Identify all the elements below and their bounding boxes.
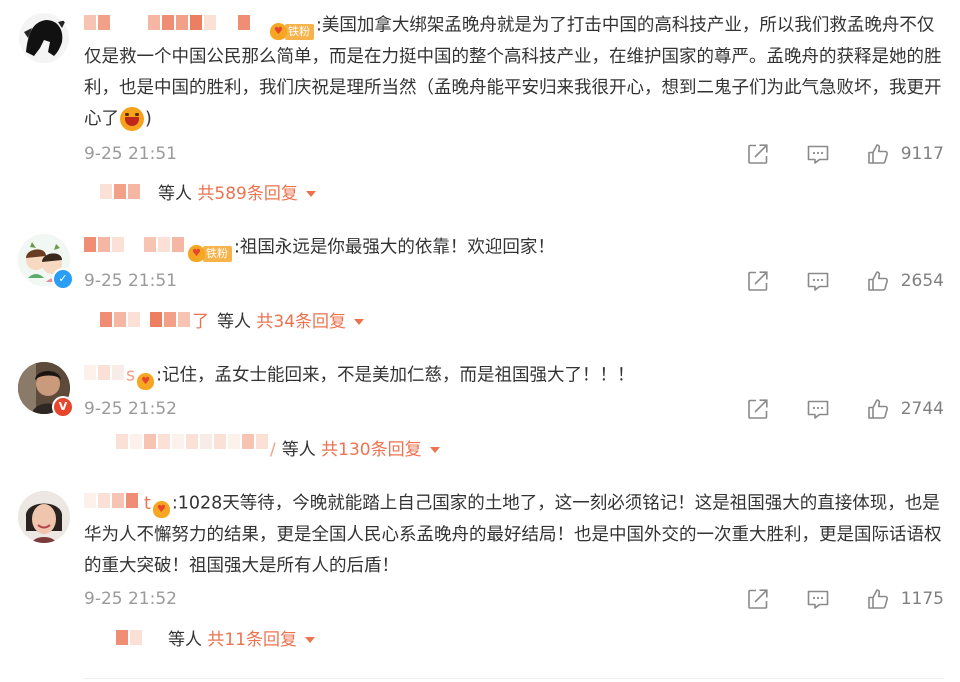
reply-username xyxy=(116,432,270,456)
crown-icon: ♥ xyxy=(137,373,155,390)
share-icon[interactable] xyxy=(746,397,770,421)
like-count[interactable]: 9117 xyxy=(901,142,944,166)
fan-badge: ♥ 铁粉 xyxy=(270,17,314,40)
timestamp: 9-25 21:51 xyxy=(84,144,177,164)
username[interactable] xyxy=(84,360,126,391)
reply-users-label: 等人 xyxy=(281,440,316,460)
chevron-down-icon[interactable] xyxy=(429,447,440,453)
like-icon[interactable] xyxy=(866,397,890,421)
reply-username xyxy=(100,310,142,334)
username[interactable] xyxy=(84,10,112,41)
share-icon[interactable] xyxy=(746,142,770,166)
comment-text: :1028天等待，今晚就能踏上自己国家的土地了，这一刻必须铭记！这是祖国强大的直… xyxy=(84,493,942,576)
username[interactable] xyxy=(144,232,186,263)
like-count[interactable]: 2654 xyxy=(901,269,944,293)
action-bar: 2744 xyxy=(744,397,944,421)
divider xyxy=(84,678,944,679)
comment-content: ♥ 铁粉 :祖国永远是你最强大的依靠！欢迎回家！ xyxy=(84,232,944,264)
laughing-emoji-icon xyxy=(120,106,144,131)
chevron-down-icon[interactable] xyxy=(354,319,365,325)
fan-badge: ♥ xyxy=(137,367,155,390)
timestamp: 9-25 21:51 xyxy=(84,271,177,291)
comment-icon[interactable] xyxy=(806,587,830,611)
share-icon[interactable] xyxy=(746,269,770,293)
comment-text: :祖国永远是你最强大的依靠！欢迎回家！ xyxy=(234,237,555,258)
timestamp: 9-25 21:52 xyxy=(84,399,177,419)
reply-name-suffix: 了 xyxy=(192,312,209,332)
crown-icon: ♥ xyxy=(152,501,170,518)
comment-icon[interactable] xyxy=(806,397,830,421)
like-count[interactable]: 1175 xyxy=(901,587,944,611)
comment-icon[interactable] xyxy=(806,269,830,293)
comment-text-end: ) xyxy=(145,108,152,129)
replies-summary[interactable]: 了等人 共34条回复 xyxy=(100,310,365,334)
verified-icon: ✓ xyxy=(52,268,74,290)
like-icon[interactable] xyxy=(866,142,890,166)
comment-content: s ♥ :记住，孟女士能回来，不是美加仁慈，而是祖国强大了！！！ xyxy=(84,360,944,392)
reply-name-suffix: / xyxy=(270,440,276,460)
reply-username xyxy=(116,628,144,652)
like-icon[interactable] xyxy=(866,269,890,293)
avatar[interactable] xyxy=(18,491,70,543)
reply-users-label: 等人 xyxy=(168,630,202,650)
fan-badge-label: 铁粉 xyxy=(285,23,314,40)
reply-users-label: 等人 xyxy=(158,184,192,204)
reply-count[interactable]: 共34条回复 xyxy=(256,312,346,332)
action-bar: 2654 xyxy=(744,269,944,293)
timestamp: 9-25 21:52 xyxy=(84,589,177,609)
share-icon[interactable] xyxy=(746,587,770,611)
comment-content: ♥ 铁粉 :美国加拿大绑架孟晚舟就是为了打击中国的高科技产业，所以我们救孟晚舟不仅… xyxy=(84,10,944,135)
username[interactable] xyxy=(84,488,140,519)
comment-content: t ♥ :1028天等待，今晚就能踏上自己国家的土地了，这一刻必须铭记！这是祖国… xyxy=(84,488,944,582)
fan-badge: ♥ xyxy=(152,495,170,518)
crown-icon: ♥ xyxy=(188,245,205,262)
reply-username xyxy=(100,182,142,206)
reply-users-label: 等人 xyxy=(217,312,251,332)
reply-username xyxy=(150,310,192,334)
action-bar: 1175 xyxy=(744,587,944,611)
fan-badge-label: 铁粉 xyxy=(203,245,232,262)
username-suffix[interactable]: t xyxy=(144,494,151,514)
crown-icon: ♥ xyxy=(270,23,287,40)
replies-summary[interactable]: 等人 共11条回复 xyxy=(116,628,316,652)
username[interactable] xyxy=(148,10,252,41)
reply-count[interactable]: 共130条回复 xyxy=(321,440,421,460)
avatar[interactable] xyxy=(18,12,70,64)
comment-meta: 9-25 21:51 2654 xyxy=(84,269,944,293)
reply-count[interactable]: 共589条回复 xyxy=(197,184,297,204)
comment-icon[interactable] xyxy=(806,142,830,166)
comment-text: :记住，孟女士能回来，不是美加仁慈，而是祖国强大了！！！ xyxy=(156,365,635,386)
action-bar: 9117 xyxy=(744,142,944,166)
like-count[interactable]: 2744 xyxy=(901,397,944,421)
verified-icon: V xyxy=(52,396,74,418)
username[interactable] xyxy=(84,232,126,263)
chevron-down-icon[interactable] xyxy=(305,637,316,643)
replies-summary[interactable]: 等人 共589条回复 xyxy=(100,182,316,206)
comment-meta: 9-25 21:52 1175 xyxy=(84,587,944,611)
username-suffix[interactable]: s xyxy=(126,366,135,386)
fan-badge: ♥ 铁粉 xyxy=(188,239,232,262)
comment-meta: 9-25 21:52 2744 xyxy=(84,397,944,421)
comment-meta: 9-25 21:51 9117 xyxy=(84,142,944,166)
like-icon[interactable] xyxy=(866,587,890,611)
replies-summary[interactable]: / 等人 共130条回复 xyxy=(116,434,440,462)
reply-count[interactable]: 共11条回复 xyxy=(207,630,297,650)
chevron-down-icon[interactable] xyxy=(305,191,316,197)
